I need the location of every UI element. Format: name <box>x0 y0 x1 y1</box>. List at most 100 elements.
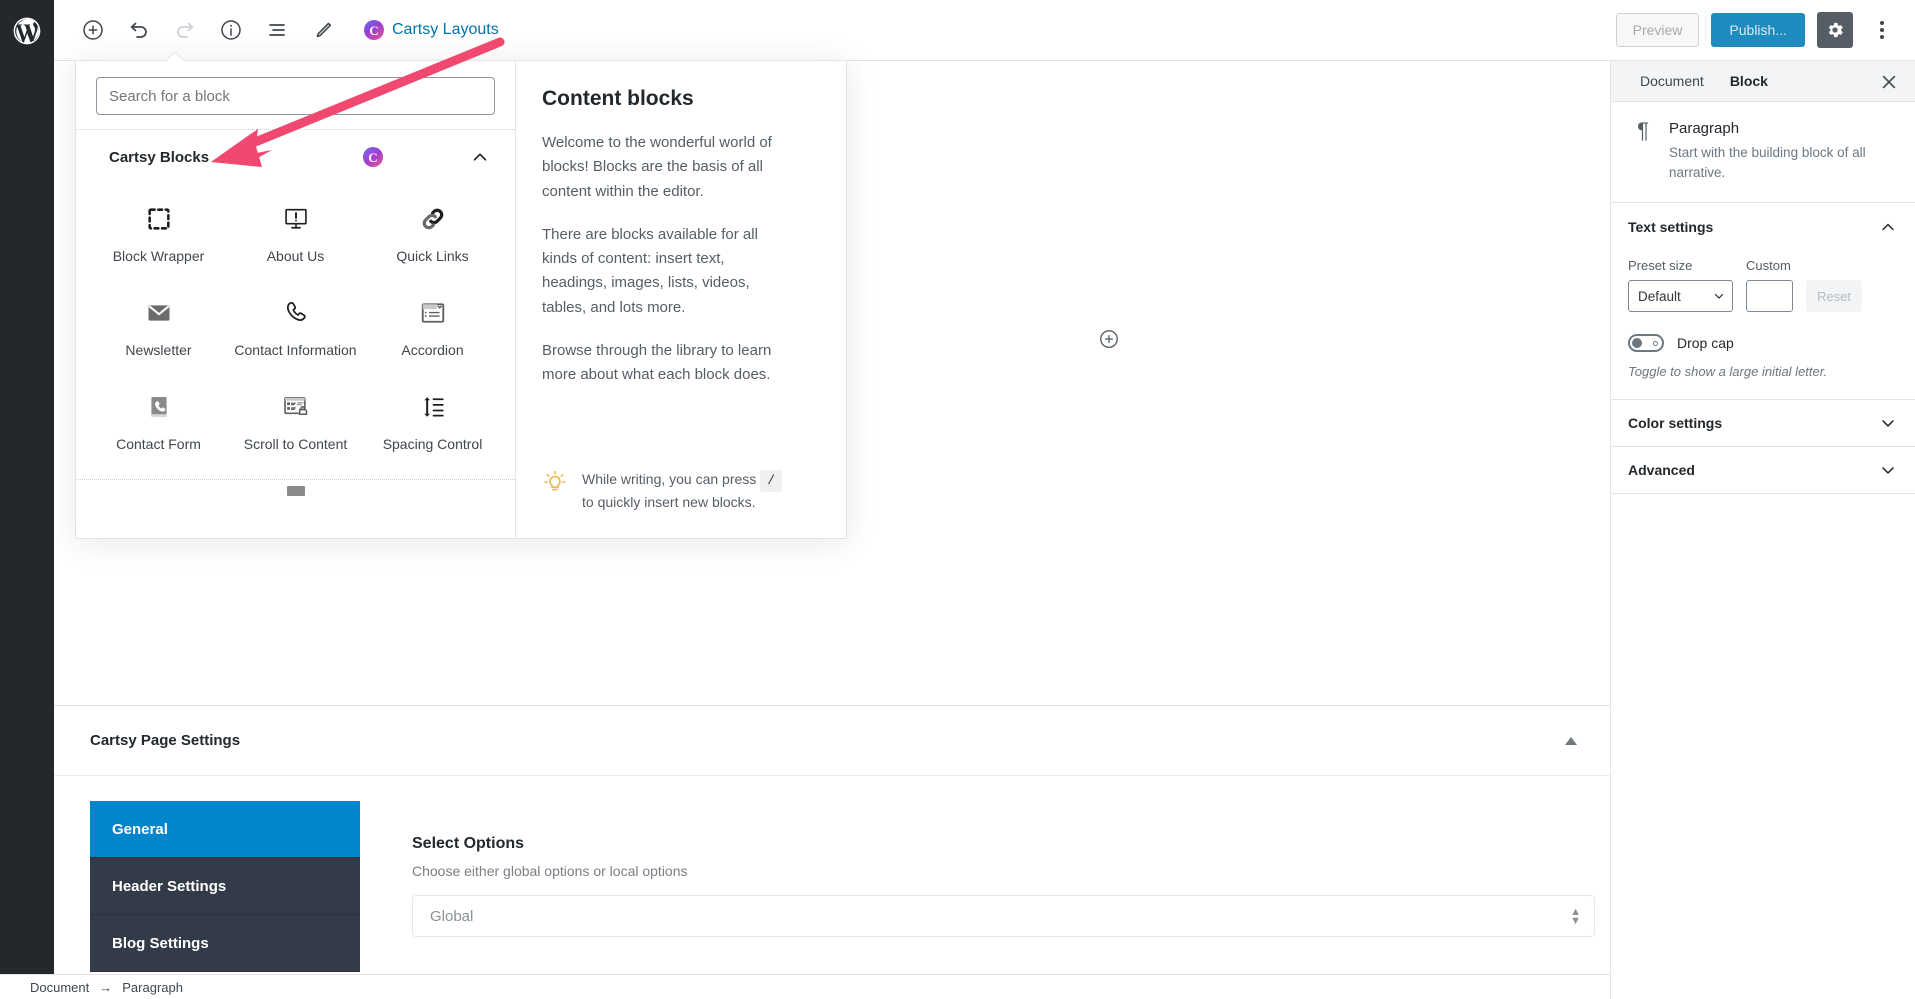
metabox-tab-list: General Header Settings Blog Settings <box>90 801 360 974</box>
info-icon[interactable] <box>212 11 250 49</box>
inserter-category-header[interactable]: Cartsy Blocks C <box>76 130 515 184</box>
inserter-tip: While writing, you can press / to quickl… <box>542 469 820 518</box>
post-title-link[interactable]: C Cartsy Layouts <box>364 20 499 40</box>
field-title: Select Options <box>412 835 525 852</box>
toolbar-left-group: C Cartsy Layouts <box>54 0 499 60</box>
popover-caret <box>168 52 184 61</box>
font-size-row: Preset size Default Small Normal Medium … <box>1628 258 1898 313</box>
block-item-contact-information[interactable]: Contact Information <box>227 282 364 376</box>
block-item-newsletter[interactable]: Newsletter <box>90 282 227 376</box>
metabox-tab-blog-settings[interactable]: Blog Settings <box>90 915 360 972</box>
redo-icon[interactable] <box>166 11 204 49</box>
section-title: Text settings <box>1628 218 1714 235</box>
metabox-tab-header-settings[interactable]: Header Settings <box>90 858 360 915</box>
metabox-body: General Header Settings Blog Settings Se… <box>54 776 1610 974</box>
tab-document[interactable]: Document <box>1627 61 1717 102</box>
editor-top-toolbar: C Cartsy Layouts Preview Publish... <box>54 0 1915 61</box>
block-item-about-us[interactable]: About Us <box>227 188 364 282</box>
gear-icon[interactable] <box>1817 12 1853 48</box>
kebab-menu-icon[interactable] <box>1865 12 1899 48</box>
drop-cap-help-text: Toggle to show a large initial letter. <box>1628 364 1828 380</box>
toolbar-right-group: Preview Publish... <box>1615 12 1915 48</box>
field-description: Choose either global options or local op… <box>412 863 688 879</box>
search-input[interactable] <box>96 77 495 115</box>
close-icon[interactable] <box>1873 66 1905 98</box>
reset-button[interactable]: Reset <box>1806 280 1862 313</box>
block-item-contact-form[interactable]: Contact Form <box>90 376 227 470</box>
wordpress-logo-icon[interactable] <box>0 0 54 61</box>
block-inserter-popover: Cartsy Blocks C <box>75 60 847 539</box>
block-settings-sidebar: Document Block ¶ Paragraph Start with th… <box>1610 61 1915 999</box>
inserter-block-grid: Block Wrapper About Us Quick Links Newsl… <box>76 184 515 470</box>
preset-size-select[interactable]: Default Small Normal Medium Large Huge <box>1628 280 1733 313</box>
publish-button[interactable]: Publish... <box>1711 13 1805 47</box>
block-item-scroll-to-content[interactable]: Scroll to Content <box>227 376 364 470</box>
section-header-color-settings[interactable]: Color settings <box>1611 400 1915 448</box>
custom-size-group: Custom <box>1746 258 1793 313</box>
text-settings-body: Preset size Default Small Normal Medium … <box>1611 250 1915 401</box>
preview-button[interactable]: Preview <box>1615 13 1700 47</box>
block-item-label: Block Wrapper <box>112 248 205 264</box>
envelope-icon <box>145 296 173 330</box>
help-panel-title: Content blocks <box>542 87 694 110</box>
selected-block-card: ¶ Paragraph Start with the building bloc… <box>1611 102 1915 204</box>
undo-icon[interactable] <box>120 11 158 49</box>
pencil-icon[interactable] <box>304 11 342 49</box>
vertical-spacing-icon <box>419 390 447 424</box>
section-header-advanced[interactable]: Advanced <box>1611 447 1915 495</box>
phone-handset-icon <box>282 296 310 330</box>
post-title-text: Cartsy Layouts <box>392 21 499 38</box>
accordion-panel-icon <box>419 296 447 330</box>
metabox-tab-label: Header Settings <box>112 877 227 895</box>
help-paragraph: There are blocks available for all kinds… <box>542 225 758 316</box>
wp-block-editor-screen: C Cartsy Layouts Preview Publish... Sear… <box>0 0 1915 999</box>
block-item-label: Quick Links <box>396 248 469 264</box>
toggle-off-marker <box>1653 341 1658 347</box>
metabox-tab-general[interactable]: General <box>90 801 360 858</box>
editor-breadcrumb-bar: Document → Paragraph <box>0 974 1610 999</box>
preset-size-label: Preset size <box>1628 258 1693 274</box>
drop-cap-label: Drop cap <box>1677 335 1734 352</box>
inserter-category-title: Cartsy Blocks <box>109 148 210 166</box>
breadcrumb-paragraph[interactable]: Paragraph <box>122 980 183 995</box>
list-view-icon[interactable] <box>258 11 296 49</box>
canvas-block-inserter-button[interactable] <box>1095 325 1123 353</box>
drop-cap-row: Drop cap <box>1628 334 1898 353</box>
block-item-label: About Us <box>266 248 325 264</box>
tab-block[interactable]: Block <box>1717 61 1781 102</box>
chevron-up-icon <box>1878 217 1898 237</box>
section-title: Color settings <box>1628 415 1723 432</box>
chain-link-icon <box>418 202 448 236</box>
selected-block-description: Start with the building block of all nar… <box>1669 145 1866 180</box>
block-item-accordion[interactable]: Accordion <box>364 282 501 376</box>
custom-size-input[interactable] <box>1746 280 1793 313</box>
next-block-icon-partial <box>283 484 309 503</box>
inserter-search-row <box>76 61 515 129</box>
inserter-results-scroll[interactable]: Cartsy Blocks C Block Wrapper About Us Q… <box>76 129 515 538</box>
inserter-left-column: Cartsy Blocks C <box>76 61 516 538</box>
block-item-label: Scroll to Content <box>243 435 348 452</box>
dashed-square-icon <box>145 202 173 236</box>
drop-cap-toggle[interactable] <box>1628 334 1664 353</box>
select-options-wrapper: Global Local ▲▼ <box>412 895 1595 937</box>
chevron-down-icon <box>1878 460 1898 480</box>
metabox-tab-panel: Select Options Choose either global opti… <box>360 801 1595 974</box>
sidebar-tab-bar: Document Block <box>1611 61 1915 102</box>
preset-size-group: Preset size Default Small Normal Medium … <box>1628 258 1733 313</box>
triangle-up-icon[interactable] <box>1560 730 1582 752</box>
help-paragraph: Welcome to the wonderful world of blocks… <box>542 134 772 200</box>
inserter-tip-text: While writing, you can press / to quickl… <box>582 469 797 514</box>
monitor-alert-icon <box>282 202 310 236</box>
block-item-block-wrapper[interactable]: Block Wrapper <box>90 188 227 282</box>
cartsy-logo-icon: C <box>364 20 384 40</box>
select-options-dropdown[interactable]: Global Local <box>412 895 1595 937</box>
paragraph-pilcrow-icon: ¶ <box>1637 118 1649 143</box>
block-item-label: Accordion <box>401 341 464 358</box>
section-header-text-settings[interactable]: Text settings <box>1611 203 1915 251</box>
plus-circle-icon[interactable] <box>74 11 112 49</box>
metabox-tab-label: Blog Settings <box>112 934 209 952</box>
block-item-quick-links[interactable]: Quick Links <box>364 188 501 282</box>
block-item-spacing-control[interactable]: Spacing Control <box>364 376 501 470</box>
breadcrumb-document[interactable]: Document <box>30 980 89 995</box>
block-item-label: Spacing Control <box>382 435 483 452</box>
